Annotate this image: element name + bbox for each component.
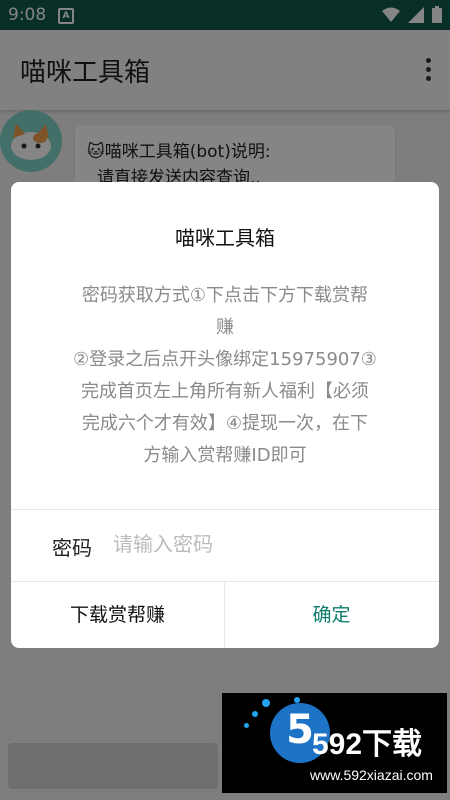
watermark-url: www.592xiazai.com [310,767,433,783]
dialog-message-line: 方输入赏帮赚ID即可 [143,445,307,466]
watermark: 5 592下载 www.592xiazai.com [222,693,447,793]
download-button[interactable]: 下载赏帮赚 [11,582,224,648]
password-dialog: 喵咪工具箱 密码获取方式①下点击下方下载赏帮 赚 ②登录之后点开头像绑定1597… [11,182,439,648]
dialog-message-line: 完成六个才有效】④提现一次，在下 [81,413,369,434]
password-label: 密码 [52,536,92,560]
dialog-message-line: 密码获取方式①下点击下方下载赏帮 [81,285,369,306]
dialog-message-line: 赚 [216,317,234,338]
watermark-brand: 592下载 [312,728,423,761]
dialog-message: 密码获取方式①下点击下方下载赏帮 赚 ②登录之后点开头像绑定15975907③ … [47,280,403,472]
dialog-title: 喵咪工具箱 [175,226,275,250]
dialog-message-line: ②登录之后点开头像绑定15975907③ [73,349,377,370]
divider [11,509,439,510]
password-input[interactable] [113,526,403,562]
confirm-button[interactable]: 确定 [225,582,438,648]
dialog-message-line: 完成首页左上角所有新人福利【必须 [81,381,369,402]
